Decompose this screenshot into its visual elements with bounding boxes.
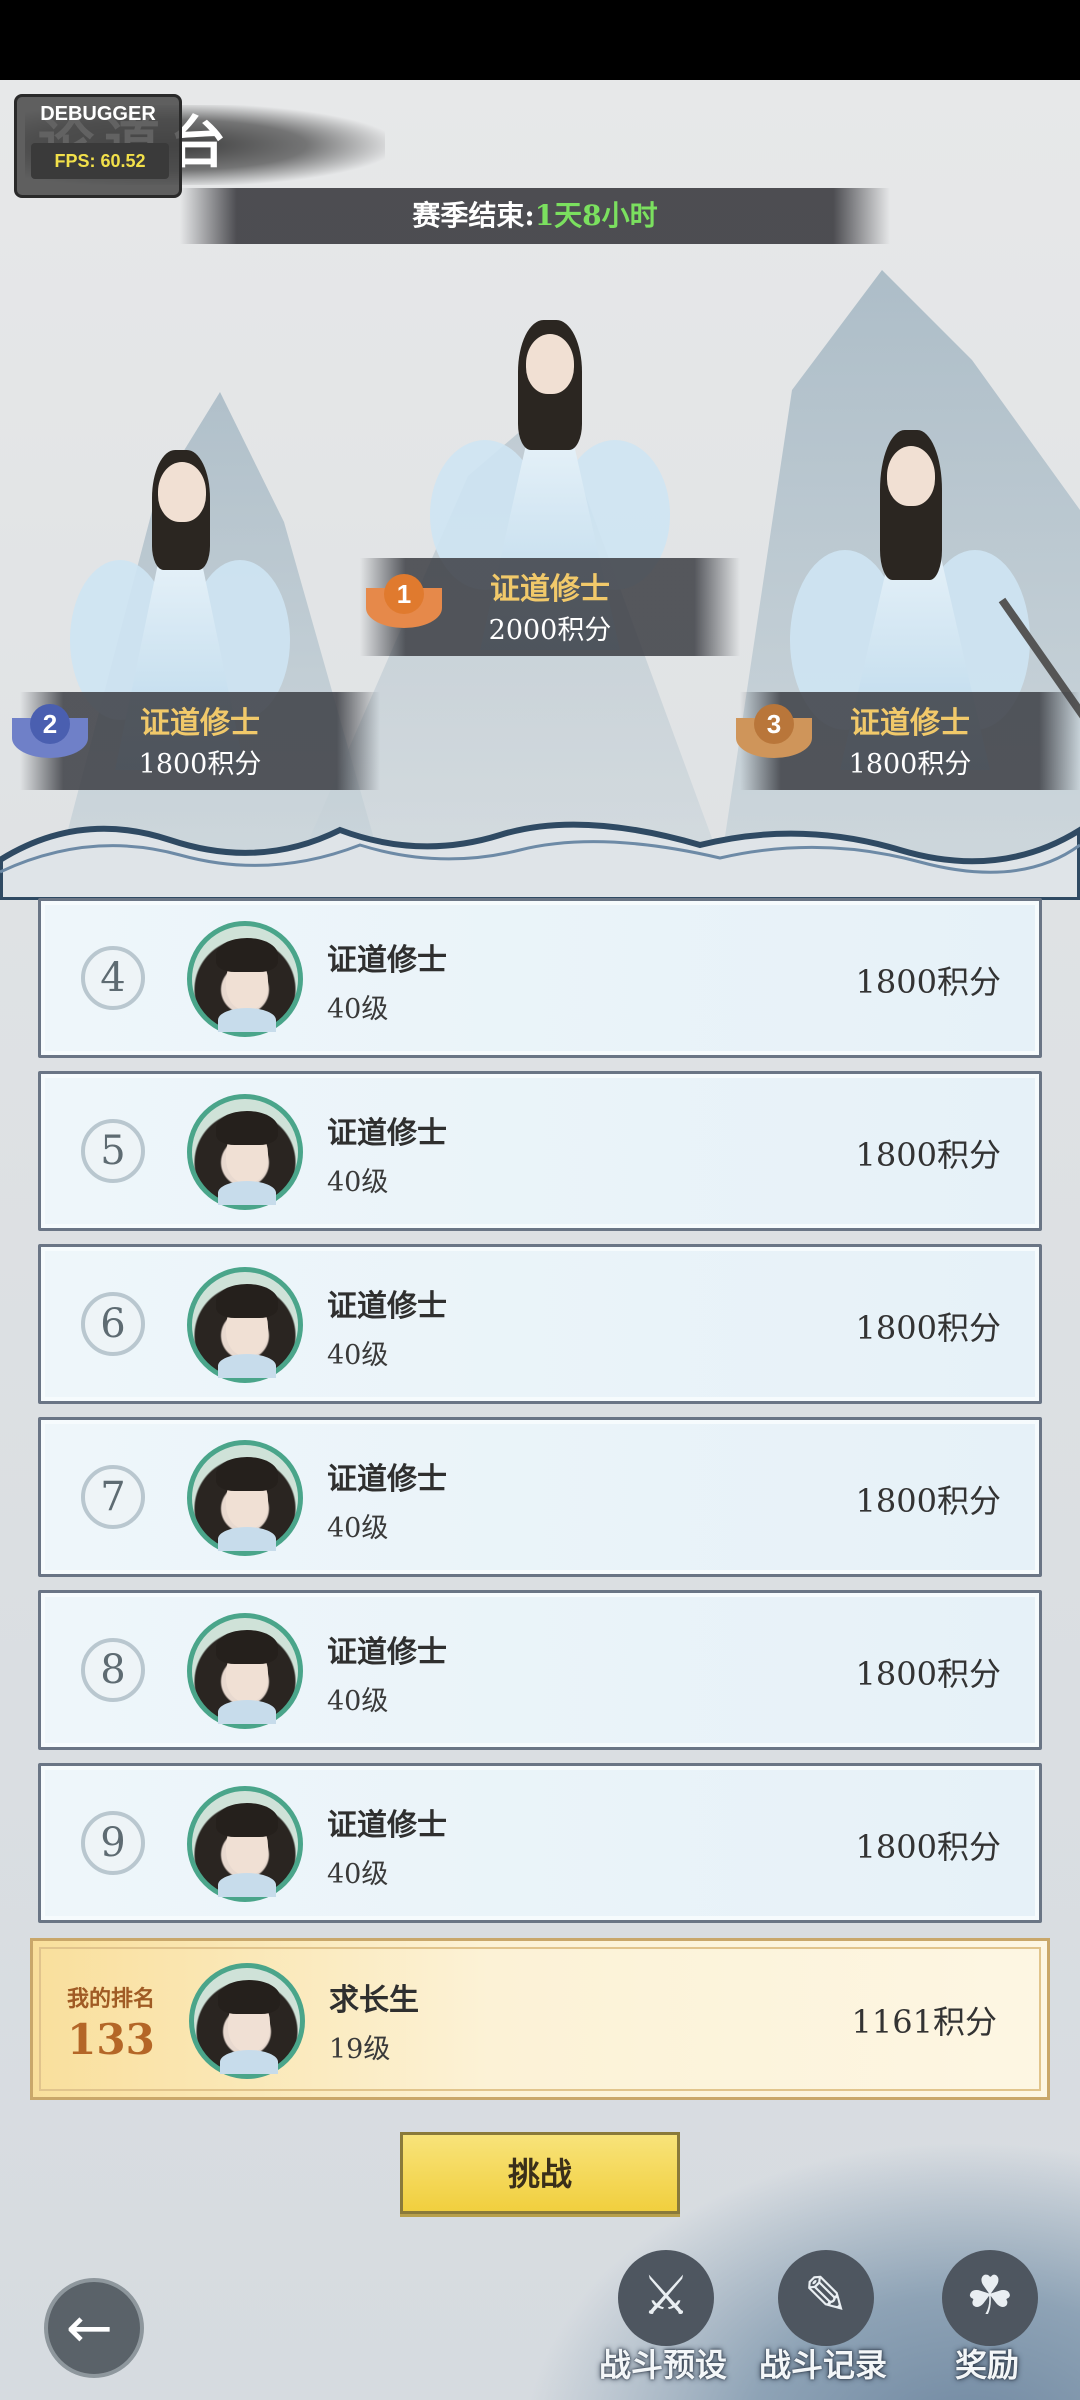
my-rank-row[interactable]: 我的排名 133 求长生 19级 1161积分 [30,1938,1050,2100]
avatar [187,1094,303,1210]
battle-record-button[interactable]: ✎ 战斗记录 [748,2250,898,2400]
battle-preset-button[interactable]: ⚔ 战斗预设 [588,2250,738,2400]
avatar [187,921,303,1037]
battle-record-label: 战斗记录 [758,2346,887,2384]
player-level: 40级 [327,1340,389,1371]
avatar [189,1963,305,2079]
player-level: 40级 [327,1686,389,1717]
player-name: 证道修士 [327,1289,447,1324]
player-score: 1800积分 [855,1482,1001,1520]
rank-3-medal-icon: 3 [736,700,812,776]
rank-2-medal-icon: 2 [12,700,88,776]
season-label: 赛季结束: [412,199,535,232]
debugger-panel[interactable]: DEBUGGER FPS: 60.52 [14,94,182,198]
player-score: 1800积分 [855,963,1001,1001]
sword-icon: ⚔ [641,2264,691,2327]
player-level: 40级 [327,994,389,1025]
back-button[interactable]: ← [44,2278,144,2378]
player-level: 40级 [327,1167,389,1198]
debugger-label: DEBUGGER [40,103,156,125]
player-name: 证道修士 [327,1462,447,1497]
player-level: 40级 [327,1859,389,1890]
avatar [187,1786,303,1902]
avatar [187,1440,303,1556]
rank-number: 6 [81,1292,145,1356]
player-name: 证道修士 [327,1808,447,1843]
player-level: 40级 [327,1513,389,1544]
arena-screen: 论道台 DEBUGGER FPS: 60.52 赛季结束:1天8小时 证道修士 … [0,80,1080,2400]
ranking-row[interactable]: 7 证道修士 40级 1800积分 [38,1417,1042,1577]
rank-1-medal-icon: 1 [366,570,442,646]
ranking-row[interactable]: 6 证道修士 40级 1800积分 [38,1244,1042,1404]
wave-divider [0,821,1080,900]
season-countdown: 赛季结束:1天8小时 [180,188,890,244]
ranking-row[interactable]: 8 证道修士 40级 1800积分 [38,1590,1042,1750]
rank-number: 4 [81,946,145,1010]
treasure-bag-icon: ☘ [965,2264,1015,2327]
reward-label: 奖励 [954,2346,1019,2384]
season-timer: 1天8小时 [534,199,658,232]
player-score: 1800积分 [855,1136,1001,1174]
player-name: 证道修士 [327,1116,447,1151]
player-name: 证道修士 [327,1635,447,1670]
player-level: 19级 [329,2034,391,2065]
medal-rank: 2 [30,704,70,744]
head [887,446,935,506]
player-score: 1800积分 [855,1655,1001,1693]
player-name: 证道修士 [327,943,447,978]
ranking-row[interactable]: 5 证道修士 40级 1800积分 [38,1071,1042,1231]
head [158,462,206,522]
scroll-icon: ✎ [803,2264,849,2327]
player-name: 求长生 [329,1983,419,2018]
battle-preset-label: 战斗预设 [598,2346,727,2384]
avatar [187,1267,303,1383]
arrow-left-icon: ← [66,2296,113,2361]
ranking-row[interactable]: 4 证道修士 40级 1800积分 [38,898,1042,1058]
fps-counter: FPS: 60.52 [31,143,169,179]
status-bar [0,0,1080,80]
avatar [187,1613,303,1729]
my-rank-label: 我的排名 [66,1986,155,2012]
my-rank-number: 133 [67,2015,155,2064]
rank-number: 8 [81,1638,145,1702]
head [526,334,574,394]
player-score: 1800积分 [855,1828,1001,1866]
player-score: 1161积分 [851,2003,997,2041]
medal-rank: 3 [754,704,794,744]
rank-number: 7 [81,1465,145,1529]
medal-rank: 1 [384,574,424,614]
player-score: 1800积分 [855,1309,1001,1347]
ranking-row[interactable]: 9 证道修士 40级 1800积分 [38,1763,1042,1923]
reward-button[interactable]: ☘ 奖励 [912,2250,1062,2400]
rank-number: 9 [81,1811,145,1875]
rank-number: 5 [81,1119,145,1183]
